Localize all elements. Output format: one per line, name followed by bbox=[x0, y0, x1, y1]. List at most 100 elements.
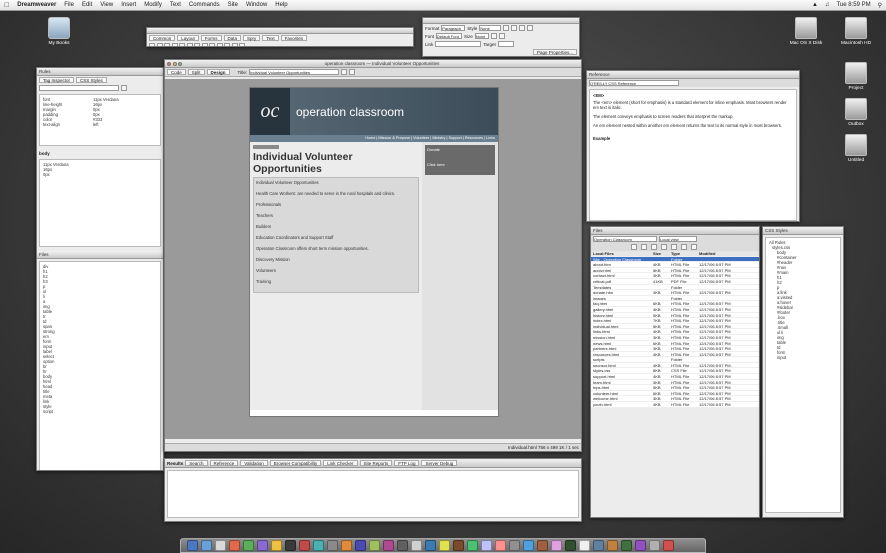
image-tool-icon[interactable] bbox=[186, 43, 193, 46]
desktop-icon-untitled[interactable]: Untitled bbox=[833, 134, 879, 163]
view-select[interactable]: Local view bbox=[659, 236, 697, 242]
results-tab-ftp-log[interactable]: FTP Log bbox=[394, 460, 420, 466]
page-title-field[interactable]: Individual Volunteer Opportunities bbox=[249, 69, 340, 75]
dock-app-icon[interactable] bbox=[481, 540, 492, 551]
head-tool-icon[interactable] bbox=[216, 43, 223, 46]
menu-window[interactable]: Window bbox=[246, 2, 267, 8]
css-styles-titlebar[interactable]: CSS Styles bbox=[763, 227, 843, 235]
page-properties-button[interactable]: Page Properties... bbox=[532, 49, 577, 55]
check-in-icon[interactable] bbox=[681, 244, 687, 250]
desktop-icon-outbox[interactable]: Outbox bbox=[833, 98, 879, 127]
dock-app-icon[interactable] bbox=[341, 540, 352, 551]
dock-app-icon[interactable] bbox=[243, 540, 254, 551]
insert-tab-favorites[interactable]: Favorites bbox=[280, 35, 308, 41]
italic-button[interactable] bbox=[511, 25, 518, 31]
anchor-tool-icon[interactable] bbox=[164, 43, 170, 46]
dock-app-icon[interactable] bbox=[453, 540, 464, 551]
dock-app-icon[interactable] bbox=[369, 540, 380, 551]
wifi-icon[interactable]: ▲ bbox=[812, 2, 818, 8]
dock-app-icon[interactable] bbox=[383, 540, 394, 551]
list-button[interactable] bbox=[490, 33, 497, 39]
apple-menu-icon[interactable]:  bbox=[4, 2, 9, 9]
insert-tab-data[interactable]: Data bbox=[223, 35, 242, 41]
dock-app-icon[interactable] bbox=[425, 540, 436, 551]
dock-app-icon[interactable] bbox=[523, 540, 534, 551]
dock-app-icon[interactable] bbox=[551, 540, 562, 551]
menu-insert[interactable]: Insert bbox=[121, 2, 136, 8]
dock-app-icon[interactable] bbox=[537, 540, 548, 551]
dock-app-icon[interactable] bbox=[327, 540, 338, 551]
align-left-button[interactable] bbox=[519, 25, 526, 31]
desktop-icon-my-books[interactable]: My Books bbox=[36, 17, 82, 46]
template-tool-icon[interactable] bbox=[231, 43, 238, 46]
link-field[interactable] bbox=[435, 41, 482, 47]
menu-text[interactable]: Text bbox=[170, 2, 181, 8]
dock-app-icon[interactable] bbox=[663, 540, 674, 551]
desktop-icon-project[interactable]: Project bbox=[833, 62, 879, 91]
results-tab-browser-compatibility[interactable]: Browser Compatibility bbox=[269, 460, 322, 466]
css-rule-item[interactable]: input bbox=[769, 355, 837, 360]
dock-app-icon[interactable] bbox=[271, 540, 282, 551]
menu-modify[interactable]: Modify bbox=[144, 2, 162, 8]
size-select[interactable]: None bbox=[474, 33, 489, 39]
desktop-icon-mac-os-x-disk[interactable]: Mac OS X Disk bbox=[783, 17, 829, 46]
get-files-icon[interactable] bbox=[651, 244, 657, 250]
menu-view[interactable]: View bbox=[100, 2, 113, 8]
tag-chooser-tool-icon[interactable] bbox=[239, 43, 245, 46]
volume-icon[interactable]: ♫ bbox=[825, 2, 830, 8]
script-tool-icon[interactable] bbox=[224, 43, 230, 46]
file-row[interactable]: youth.html 4KB HTML File 12/17/06 8:57 PM bbox=[591, 402, 759, 408]
table-tool-icon[interactable] bbox=[171, 43, 178, 46]
put-files-icon[interactable] bbox=[661, 244, 667, 250]
email-link-tool-icon[interactable] bbox=[156, 43, 163, 46]
donate-box[interactable]: Donate Click here bbox=[425, 145, 495, 175]
dock-app-icon[interactable] bbox=[313, 540, 324, 551]
rules-panel-header[interactable]: Rules bbox=[37, 68, 163, 76]
insert-tab-layout[interactable]: Layout bbox=[177, 35, 199, 41]
tab-code[interactable]: Code bbox=[167, 69, 186, 75]
font-select[interactable]: Default Font bbox=[436, 33, 463, 39]
minimize-icon[interactable] bbox=[172, 61, 177, 66]
date-tool-icon[interactable] bbox=[201, 43, 208, 46]
hyperlink-tool-icon[interactable] bbox=[149, 43, 155, 46]
menu-help[interactable]: Help bbox=[275, 2, 287, 8]
dock-app-icon[interactable] bbox=[187, 540, 198, 551]
site-nav[interactable]: Home | Mission & Purpose | Volunteer | M… bbox=[250, 135, 498, 142]
media-tool-icon[interactable] bbox=[194, 43, 200, 46]
menu-site[interactable]: Site bbox=[228, 2, 238, 8]
div-tool-icon[interactable] bbox=[179, 43, 185, 46]
clock[interactable]: Tue 8:59 PM bbox=[836, 2, 870, 8]
results-tab-site-reports[interactable]: Site Reports bbox=[359, 460, 393, 466]
dock-app-icon[interactable] bbox=[201, 540, 212, 551]
dock-app-icon[interactable] bbox=[621, 540, 632, 551]
dock-app-icon[interactable] bbox=[495, 540, 506, 551]
dock-app-icon[interactable] bbox=[215, 540, 226, 551]
results-tab-reference[interactable]: Reference bbox=[209, 460, 239, 466]
menu-commands[interactable]: Commands bbox=[189, 2, 220, 8]
preview-browser-icon[interactable] bbox=[341, 69, 348, 75]
menu-dreamweaver[interactable]: Dreamweaver bbox=[17, 2, 56, 8]
style-select[interactable]: None bbox=[479, 25, 502, 31]
insert-tab-text[interactable]: Text bbox=[262, 35, 279, 41]
results-tab-link-checker[interactable]: Link Checker bbox=[323, 460, 358, 466]
target-field[interactable] bbox=[497, 41, 514, 47]
files-list-header[interactable]: Files bbox=[37, 251, 163, 259]
dock-app-icon[interactable] bbox=[299, 540, 310, 551]
rule-selector[interactable] bbox=[39, 85, 119, 91]
tag-list-item[interactable]: script bbox=[43, 409, 157, 414]
dock-app-icon[interactable] bbox=[593, 540, 604, 551]
tab-split[interactable]: Split bbox=[187, 69, 205, 75]
menu-edit[interactable]: Edit bbox=[82, 2, 92, 8]
close-icon[interactable] bbox=[167, 61, 171, 66]
refresh-icon[interactable] bbox=[349, 69, 356, 75]
dock-app-icon[interactable] bbox=[579, 540, 590, 551]
desktop-icon-macintosh-hd[interactable]: Macintosh HD bbox=[833, 17, 879, 46]
expand-icon[interactable] bbox=[691, 244, 697, 250]
refresh-files-icon[interactable] bbox=[641, 244, 647, 250]
insert-tab-spry[interactable]: Spry bbox=[243, 35, 261, 41]
menu-file[interactable]: File bbox=[64, 2, 74, 8]
spotlight-icon[interactable]: ⚲ bbox=[878, 2, 882, 9]
book-select[interactable]: O'REILLY CSS Reference bbox=[589, 80, 679, 86]
comment-tool-icon[interactable] bbox=[209, 43, 215, 46]
dock-app-icon[interactable] bbox=[509, 540, 520, 551]
